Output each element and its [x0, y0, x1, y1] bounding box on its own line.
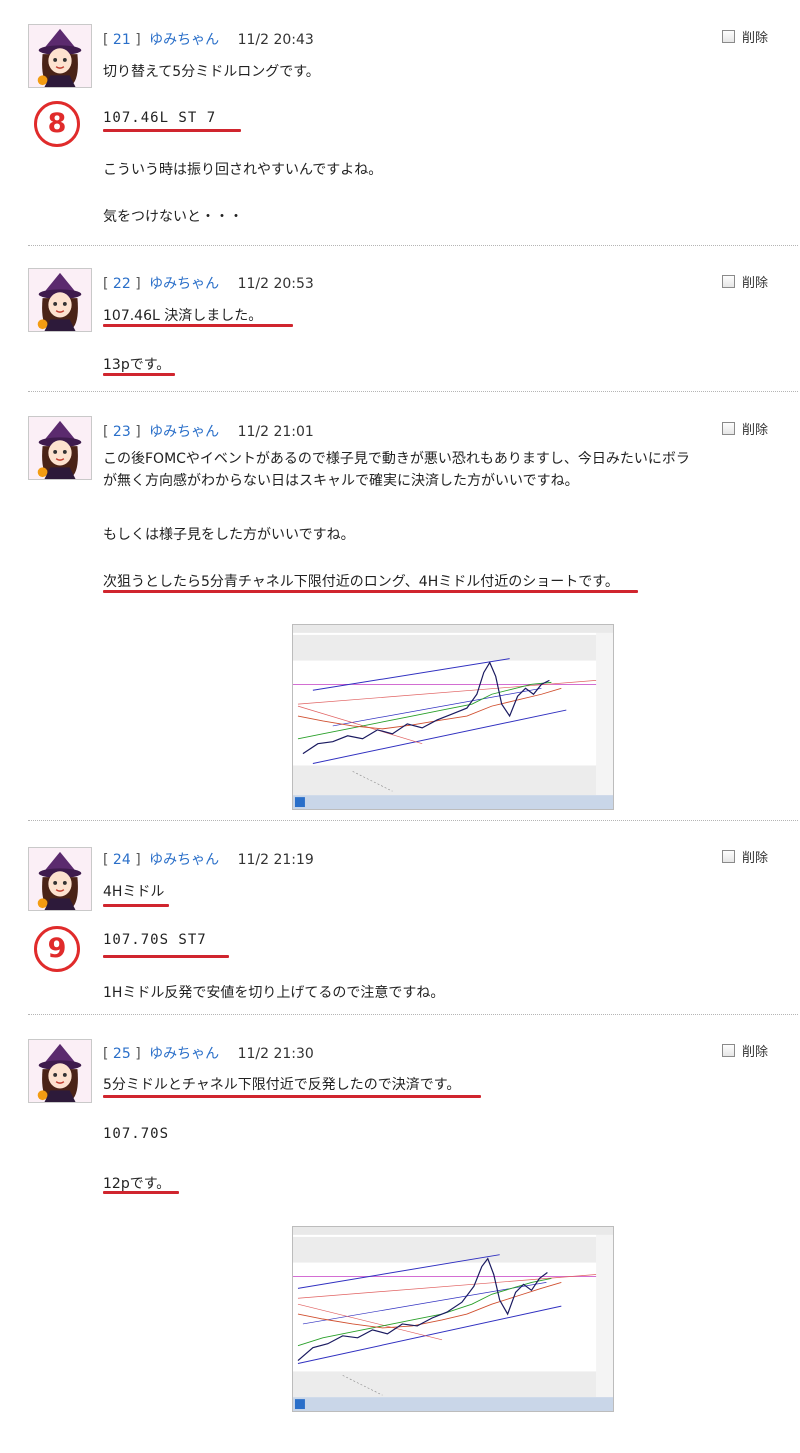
checkbox-icon[interactable]	[721, 30, 735, 43]
post-text: 12pです。	[103, 1176, 171, 1192]
bracket-open: [	[103, 1046, 109, 1062]
trade-entry-text: 107.46L ST 7	[103, 110, 217, 126]
avatar-icon	[29, 269, 91, 331]
author-link[interactable]: ゆみちゃん	[149, 1046, 219, 1062]
avatar[interactable]	[28, 268, 92, 332]
bracket-close: ]	[135, 32, 141, 48]
post-text: 切り替えて5分ミドルロングです。	[103, 64, 320, 80]
chart-image	[293, 1227, 613, 1411]
red-underline	[103, 324, 293, 327]
trade-entry-text: 107.70S ST7	[103, 932, 207, 948]
post-meta: [ 25 ] ゆみちゃん 11/2 21:30	[103, 1043, 314, 1063]
post-meta: [ 22 ] ゆみちゃん 11/2 20:53	[103, 273, 314, 293]
bracket-open: [	[103, 32, 109, 48]
post-text: 1Hミドル反発で安値を切り上げてるので注意ですね。	[103, 985, 445, 1001]
comment-post: [ 25 ] ゆみちゃん 11/2 21:30 削除 5分ミドルとチャネル下限付…	[10, 1015, 790, 1445]
delete-control[interactable]: 削除	[721, 27, 768, 46]
post-meta: [ 21 ] ゆみちゃん 11/2 20:43	[103, 29, 314, 49]
avatar-icon	[29, 417, 91, 479]
post-time: 11/2 20:43	[237, 32, 314, 48]
bracket-close: ]	[135, 424, 141, 440]
comment-post: [ 23 ] ゆみちゃん 11/2 21:01 削除 この後FOMCやイベントが…	[10, 392, 790, 820]
post-text: こういう時は振り回されやすいんですよね。	[103, 162, 383, 178]
bracket-close: ]	[135, 276, 141, 292]
author-link[interactable]: ゆみちゃん	[149, 424, 219, 440]
bracket-open: [	[103, 852, 109, 868]
post-number-link[interactable]: 21	[113, 32, 131, 48]
chart-screenshot[interactable]	[292, 1226, 614, 1412]
post-text: 次狙うとしたら5分青チャネル下限付近のロング、4Hミドル付近のショートです。	[103, 574, 619, 590]
post-meta: [ 24 ] ゆみちゃん 11/2 21:19	[103, 849, 314, 869]
avatar[interactable]	[28, 24, 92, 88]
avatar[interactable]	[28, 1039, 92, 1103]
post-number-link[interactable]: 22	[113, 276, 131, 292]
chart-screenshot[interactable]	[292, 624, 614, 810]
avatar[interactable]	[28, 416, 92, 480]
author-link[interactable]: ゆみちゃん	[149, 276, 219, 292]
delete-label: 削除	[741, 31, 768, 46]
post-text: この後FOMCやイベントがあるので様子見で動きが悪い恐れもありますし、今日みたい…	[103, 451, 690, 489]
checkbox-icon[interactable]	[721, 422, 735, 435]
post-text: 107.70S	[103, 1126, 170, 1142]
chart-image	[293, 625, 613, 809]
comment-post: [ 21 ] ゆみちゃん 11/2 20:43 削除 切り替えて5分ミドルロング…	[10, 0, 790, 245]
step-marker: 9	[34, 926, 80, 972]
delete-control[interactable]: 削除	[721, 419, 768, 438]
delete-control[interactable]: 削除	[721, 1041, 768, 1060]
bracket-open: [	[103, 276, 109, 292]
avatar[interactable]	[28, 847, 92, 911]
red-underline	[103, 590, 638, 593]
bracket-close: ]	[135, 852, 141, 868]
post-text: 気をつけないと・・・	[103, 209, 243, 225]
bracket-close: ]	[135, 1046, 141, 1062]
comment-post: [ 22 ] ゆみちゃん 11/2 20:53 削除 107.46L 決済しまし…	[10, 246, 790, 391]
post-time: 11/2 20:53	[237, 276, 314, 292]
post-meta: [ 23 ] ゆみちゃん 11/2 21:01	[103, 421, 314, 441]
post-text: 107.46L 決済しました。	[103, 308, 263, 324]
avatar-icon	[29, 848, 91, 910]
comment-post: [ 24 ] ゆみちゃん 11/2 21:19 削除 4Hミドル 9 107.7…	[10, 821, 790, 1013]
delete-label: 削除	[741, 423, 768, 438]
red-underline	[103, 904, 169, 907]
avatar-icon	[29, 1040, 91, 1102]
author-link[interactable]: ゆみちゃん	[149, 852, 219, 868]
post-time: 11/2 21:30	[237, 1046, 314, 1062]
post-number-link[interactable]: 23	[113, 424, 131, 440]
step-marker: 8	[34, 101, 80, 147]
post-text: もしくは様子見をした方がいいですね。	[103, 527, 355, 543]
checkbox-icon[interactable]	[721, 1044, 735, 1057]
post-text: 13pです。	[103, 357, 171, 373]
post-text: 4Hミドル	[103, 884, 165, 900]
post-time: 11/2 21:19	[237, 852, 314, 868]
post-number-link[interactable]: 24	[113, 852, 131, 868]
red-underline	[103, 1095, 481, 1098]
delete-label: 削除	[741, 276, 768, 291]
post-time: 11/2 21:01	[237, 424, 314, 440]
red-underline	[103, 373, 175, 376]
delete-label: 削除	[741, 851, 768, 866]
red-underline	[103, 129, 241, 132]
delete-label: 削除	[741, 1045, 768, 1060]
checkbox-icon[interactable]	[721, 850, 735, 863]
post-text: 5分ミドルとチャネル下限付近で反発したので決済です。	[103, 1077, 461, 1093]
red-underline	[103, 955, 229, 958]
red-underline	[103, 1191, 179, 1194]
bracket-open: [	[103, 424, 109, 440]
post-number-link[interactable]: 25	[113, 1046, 131, 1062]
delete-control[interactable]: 削除	[721, 272, 768, 291]
checkbox-icon[interactable]	[721, 275, 735, 288]
avatar-icon	[29, 25, 91, 87]
delete-control[interactable]: 削除	[721, 847, 768, 866]
author-link[interactable]: ゆみちゃん	[149, 32, 219, 48]
